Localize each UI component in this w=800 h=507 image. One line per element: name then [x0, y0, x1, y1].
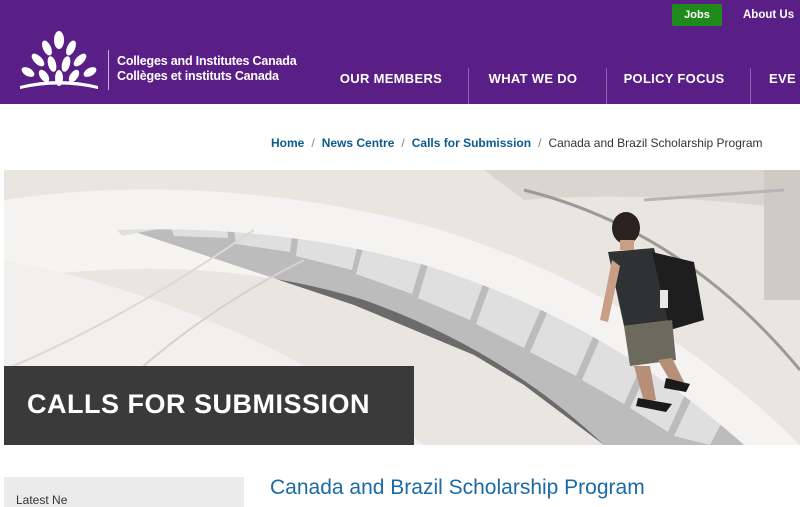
cican-logo-icon[interactable]	[14, 30, 104, 90]
breadcrumb-news-centre[interactable]: News Centre	[322, 136, 395, 150]
nav-our-members[interactable]: OUR MEMBERS	[326, 62, 456, 104]
breadcrumb-calls-for-submission[interactable]: Calls for Submission	[412, 136, 531, 150]
hero-title-box: CALLS FOR SUBMISSION	[4, 366, 414, 445]
jobs-button[interactable]: Jobs	[672, 4, 722, 26]
breadcrumb-separator: /	[311, 136, 315, 150]
sidebar-panel: Latest Ne	[4, 477, 244, 507]
sidebar-link[interactable]: Latest Ne	[16, 493, 67, 507]
breadcrumb-separator: /	[401, 136, 405, 150]
nav-divider	[606, 68, 607, 104]
nav-policy-focus[interactable]: POLICY FOCUS	[614, 62, 734, 104]
hero-title: CALLS FOR SUBMISSION	[27, 389, 371, 419]
org-name-fr: Collèges et instituts Canada	[117, 69, 279, 83]
breadcrumb-current: Canada and Brazil Scholarship Program	[548, 136, 763, 150]
nav-divider	[750, 68, 751, 104]
breadcrumb-separator: /	[538, 136, 542, 150]
nav-events[interactable]: EVE	[769, 62, 800, 104]
main-nav: OUR MEMBERS WHAT WE DO POLICY FOCUS EVE	[326, 62, 800, 104]
logo-divider	[108, 50, 109, 90]
page-title: Canada and Brazil Scholarship Program	[270, 476, 645, 499]
site-header: Colleges and Institutes Canada Collèges …	[0, 0, 800, 104]
org-name[interactable]: Colleges and Institutes Canada Collèges …	[117, 54, 297, 84]
hero-banner: CALLS FOR SUBMISSION	[4, 170, 800, 445]
breadcrumb-home[interactable]: Home	[271, 136, 304, 150]
breadcrumb: Home / News Centre / Calls for Submission / Ca…	[271, 136, 763, 154]
nav-divider	[468, 68, 469, 104]
org-name-en: Colleges and Institutes Canada	[117, 54, 297, 68]
nav-what-we-do[interactable]: WHAT WE DO	[476, 62, 590, 104]
about-us-link[interactable]: About Us	[743, 4, 794, 26]
